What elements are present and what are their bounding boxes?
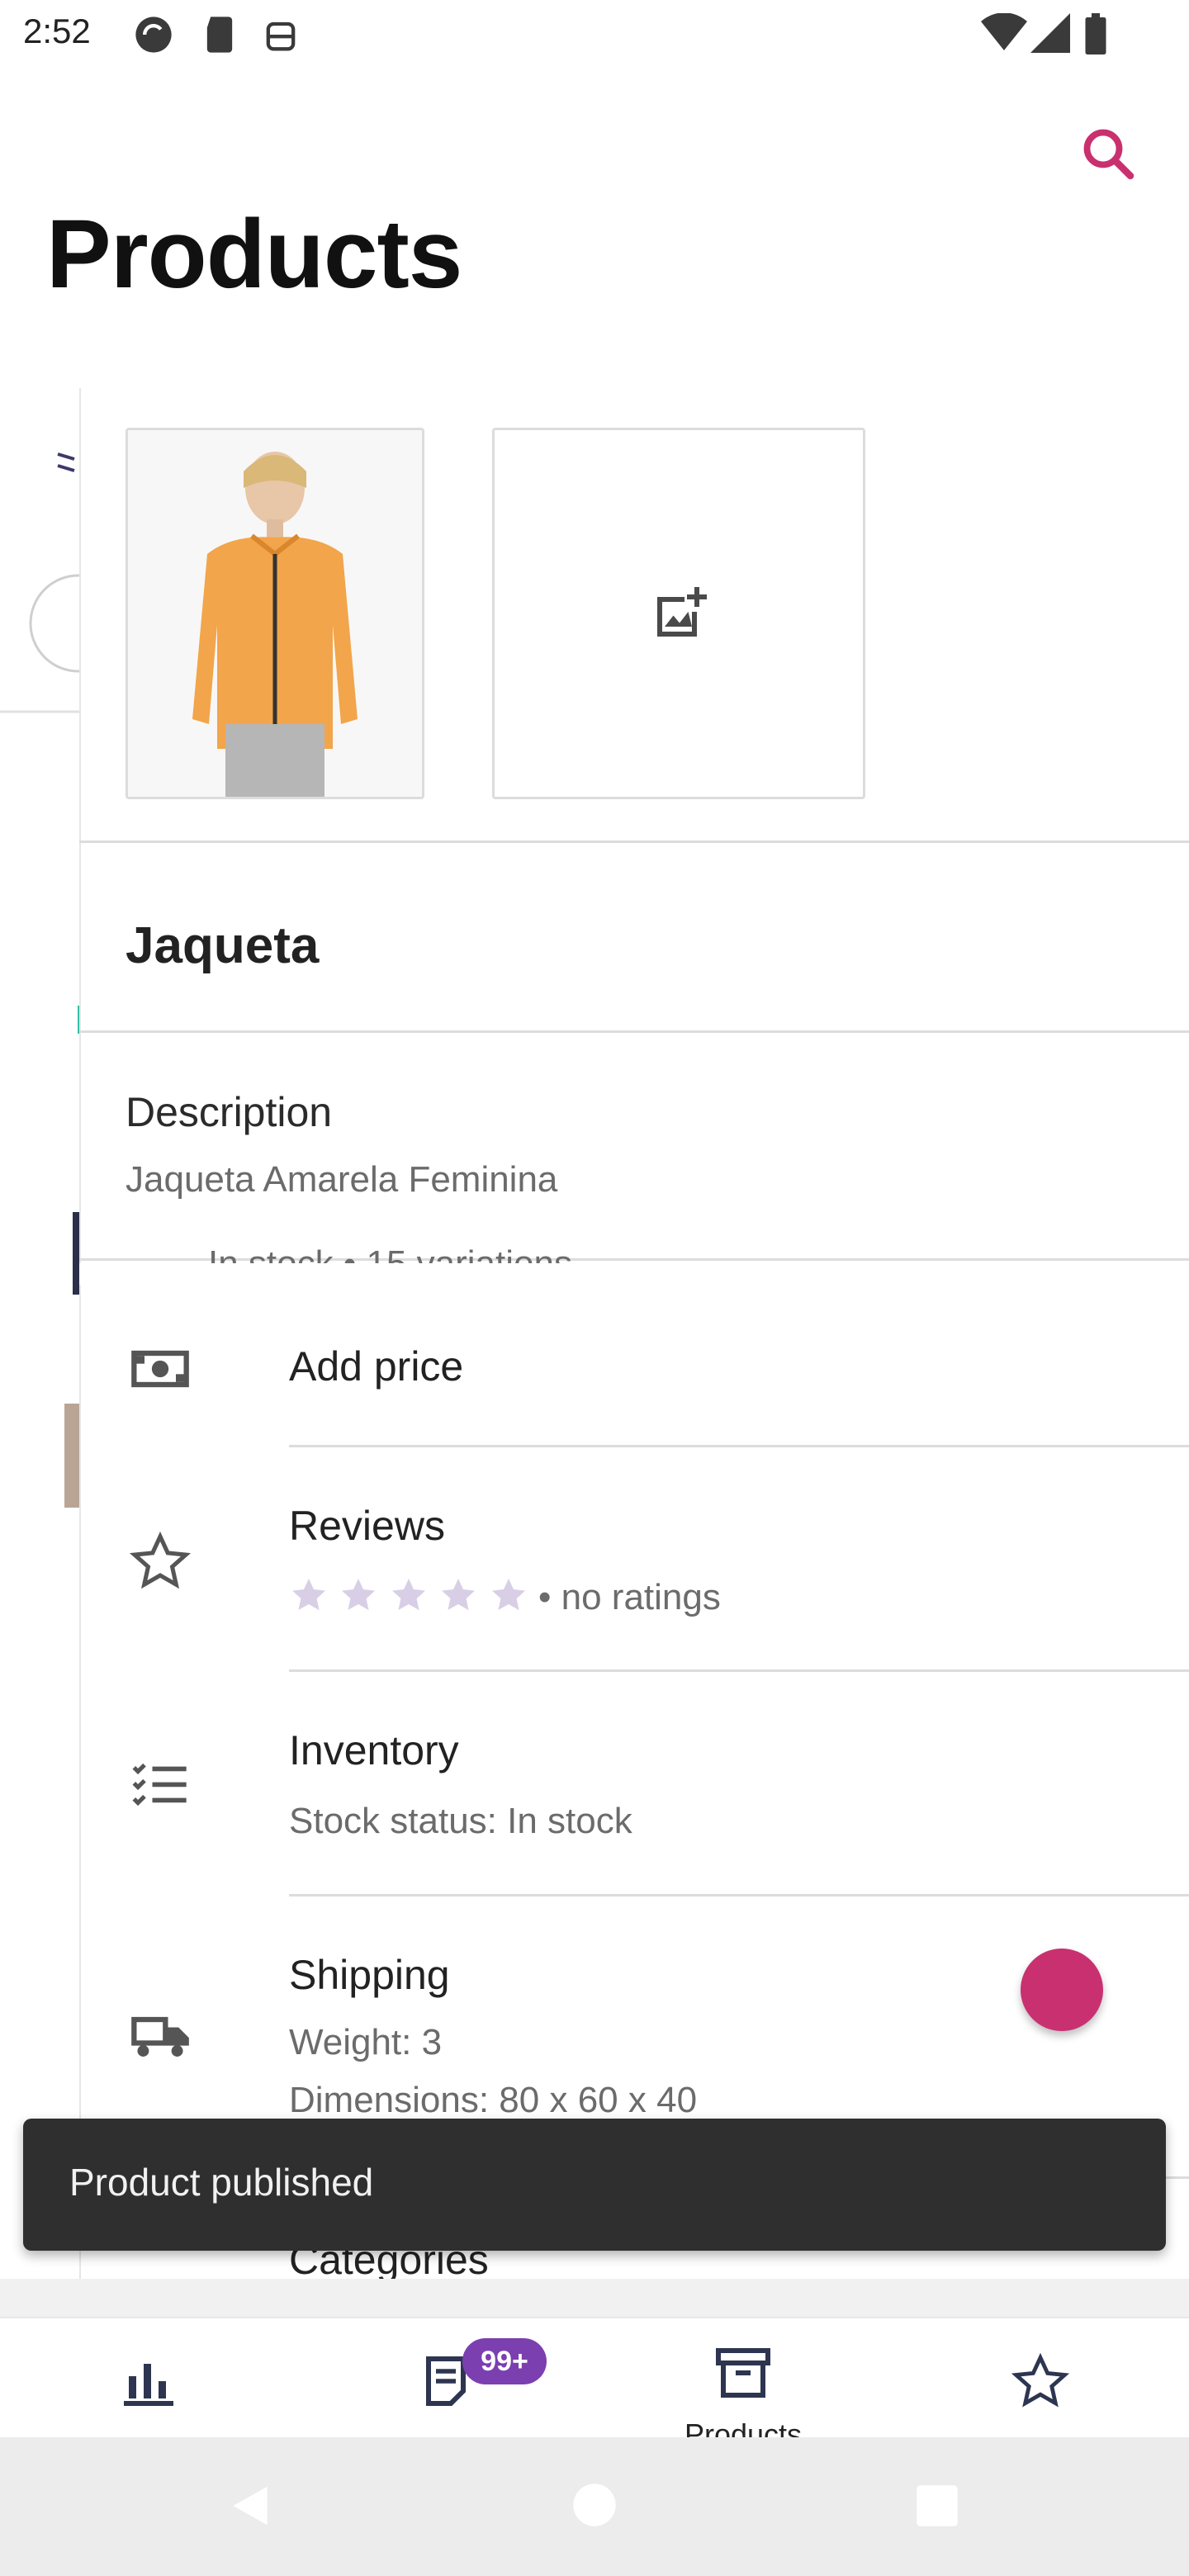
description-value[interactable]: Jaqueta Amarela Feminina [126,1159,557,1200]
star-empty-icon [491,1579,525,1611]
tab-products[interactable]: Products [594,2318,892,2439]
tab-products-label: Products [684,2417,803,2439]
snackbar: Product published [23,2119,1166,2251]
star-outline-icon [129,1531,192,1589]
orders-badge: 99+ [462,2338,547,2384]
recents-icon[interactable] [915,2484,959,2528]
reviews-row[interactable]: Reviews [79,1447,1189,1670]
jacket-photo [128,430,422,797]
add-photo-icon [657,587,707,637]
status-bar: 2:52 [0,0,1189,69]
product-name-field[interactable]: Jaqueta [126,916,319,975]
sync-icon [135,17,172,53]
floating-action-button[interactable] [1021,1949,1103,2031]
checklist-icon [132,1763,187,1807]
snackbar-message: Product published [69,2161,374,2204]
bar-chart-icon [124,2364,173,2406]
archive-box-icon [716,2348,770,2398]
inventory-label: Inventory [289,1727,459,1773]
tab-orders[interactable] [297,2318,594,2439]
money-icon [131,1350,189,1388]
add-price-row[interactable]: Add price [79,1288,1189,1445]
rating-stars [289,1575,535,1619]
tab-reviews[interactable] [892,2318,1189,2439]
system-navigation-bar [0,2437,1189,2576]
inventory-row[interactable]: Inventory Stock status: In stock [79,1672,1189,1895]
rating-summary: • no ratings [538,1577,721,1617]
robot-icon [266,21,296,51]
stock-status: Stock status: In stock [289,1801,632,1841]
sd-card-icon [206,17,233,53]
product-image-thumbnail[interactable] [126,428,424,799]
divider [79,1030,1189,1033]
add-price-label: Add price [289,1343,464,1390]
home-icon[interactable] [571,2482,618,2528]
truck-icon [131,2016,189,2057]
back-icon[interactable] [225,2479,276,2533]
search-button[interactable] [1078,124,1138,183]
search-icon [1083,129,1135,180]
shipping-row[interactable]: Shipping Weight: 3 Dimensions: 80 x 60 x… [79,1896,1189,2118]
description-label[interactable]: Description [126,1088,332,1136]
add-image-button[interactable] [492,428,865,799]
nav-shadow-strip [0,2279,1189,2317]
star-outline-icon [1011,2352,1070,2408]
shipping-weight: Weight: 3 [289,2022,443,2062]
star-empty-icon [342,1579,376,1611]
page-title: Products [46,200,462,309]
background-list [0,413,128,2312]
sheet-overlap [79,1263,1189,1285]
wifi-icon [981,13,1027,50]
star-empty-icon [292,1579,325,1611]
battery-icon [1085,13,1106,54]
shipping-label: Shipping [289,1952,450,1998]
bottom-navigation: Products [0,2317,1189,2439]
divider [79,841,1189,843]
tab-dashboard[interactable] [0,2318,297,2439]
status-time: 2:52 [23,12,91,50]
reviews-label: Reviews [289,1503,445,1549]
star-empty-icon [442,1579,476,1611]
star-empty-icon [391,1579,425,1611]
shipping-dimensions: Dimensions: 80 x 60 x 40 [289,2080,698,2118]
signal-icon [1030,13,1070,53]
